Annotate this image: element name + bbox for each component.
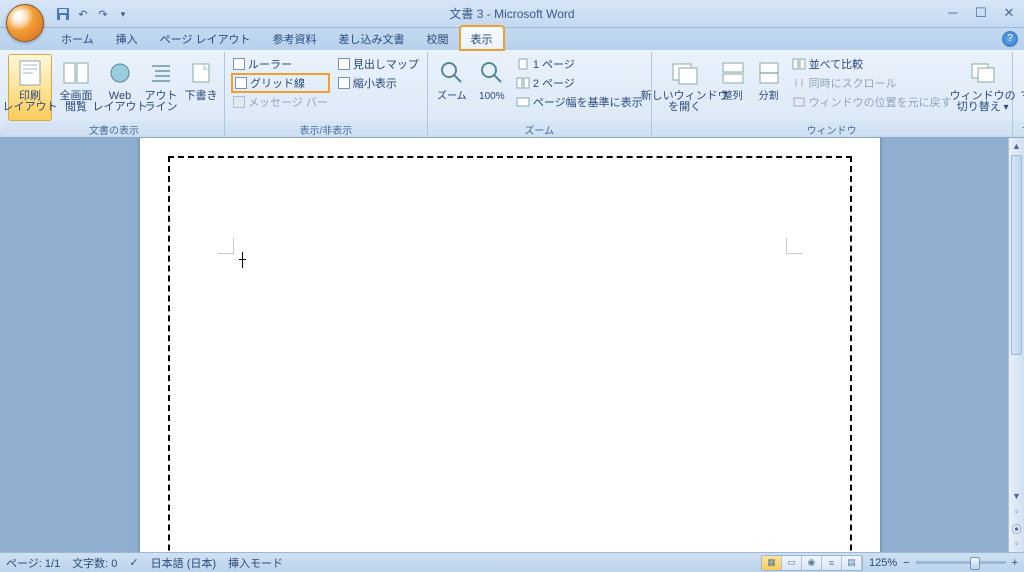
scroll-down-icon[interactable]: ▼: [1009, 488, 1024, 504]
office-button[interactable]: [6, 4, 44, 42]
status-words[interactable]: 文字数: 0: [72, 555, 117, 571]
sync-scroll-button: 同時にスクロール: [792, 75, 952, 91]
messagebar-checkbox: メッセージ バー: [233, 94, 328, 110]
crop-mark: [218, 238, 234, 254]
group-window: 新しいウィンドウ を開く 整列 分割 並べて比較 同時にスクロール ウィンドウの…: [652, 52, 1013, 136]
scroll-thumb[interactable]: [1011, 155, 1022, 355]
split-button[interactable]: 分割: [752, 54, 786, 121]
group-label-window: ウィンドウ: [652, 121, 1012, 136]
arrange-all-button[interactable]: 整列: [716, 54, 750, 121]
web-layout-icon: [104, 57, 136, 89]
gridlines-checkbox[interactable]: グリッド線: [233, 75, 328, 91]
view-shortcuts: ▦ ▭ ◉ ≡ ▤: [761, 555, 863, 571]
group-zoom: ズーム 100% 1 ページ 2 ページ ページ幅を基準に表示 ズーム: [428, 52, 652, 136]
zoom-icon: [436, 57, 468, 89]
thumbnails-checkbox[interactable]: 縮小表示: [338, 75, 419, 91]
group-views: 印刷 レイアウト 全画面 閲覧 Web レイアウト アウト ライン 下書き 文書…: [4, 52, 225, 136]
split-icon: [753, 57, 785, 89]
spellcheck-icon[interactable]: ✓: [129, 556, 138, 569]
web-layout-button[interactable]: Web レイアウト: [100, 54, 140, 121]
view-draft-icon[interactable]: ▤: [842, 556, 862, 570]
group-label-showhide: 表示/非表示: [225, 121, 427, 136]
view-web-icon[interactable]: ◉: [802, 556, 822, 570]
group-macro: マクロ ▾ マクロ: [1013, 52, 1024, 136]
status-page[interactable]: ページ: 1/1: [6, 555, 60, 571]
tab-review[interactable]: 校閲: [416, 26, 460, 50]
view-fullscreen-icon[interactable]: ▭: [782, 556, 802, 570]
tab-references[interactable]: 参考資料: [262, 26, 328, 50]
minimize-button[interactable]: ─: [944, 5, 962, 21]
view-side-by-side-button[interactable]: 並べて比較: [792, 56, 952, 72]
group-showhide: ルーラー グリッド線 メッセージ バー 見出しマップ 縮小表示 表示/非表示: [225, 52, 428, 136]
group-label-macro: マクロ: [1013, 121, 1024, 136]
fullscreen-icon: [60, 57, 92, 89]
zoom-100-icon: [476, 57, 508, 89]
ribbon: 印刷 レイアウト 全画面 閲覧 Web レイアウト アウト ライン 下書き 文書…: [0, 50, 1024, 138]
arrange-icon: [717, 57, 749, 89]
fullscreen-reading-button[interactable]: 全画面 閲覧: [54, 54, 98, 121]
documentmap-checkbox[interactable]: 見出しマップ: [338, 56, 419, 72]
page-width-button[interactable]: ページ幅を基準に表示: [516, 94, 643, 110]
reset-window-pos-button: ウィンドウの位置を元に戻す: [792, 94, 952, 110]
ruler-checkbox[interactable]: ルーラー: [233, 56, 328, 72]
macros-icon: [1021, 57, 1024, 89]
print-layout-button[interactable]: 印刷 レイアウト: [8, 54, 52, 121]
macros-button[interactable]: マクロ ▾: [1017, 54, 1024, 121]
tab-mailings[interactable]: 差し込み文書: [328, 26, 416, 50]
draft-icon: [185, 57, 217, 89]
group-label-views: 文書の表示: [4, 121, 224, 136]
zoom-in-icon[interactable]: +: [1012, 557, 1018, 569]
page-border: [168, 156, 852, 552]
switch-windows-icon: [967, 57, 999, 89]
document-area[interactable]: [0, 138, 1008, 552]
view-outline-icon[interactable]: ≡: [822, 556, 842, 570]
group-label-zoom: ズーム: [428, 121, 651, 136]
one-page-button[interactable]: 1 ページ: [516, 56, 643, 72]
tab-insert[interactable]: 挿入: [105, 26, 149, 50]
switch-windows-button[interactable]: ウィンドウの 切り替え ▾: [958, 54, 1008, 121]
browse-object-icon[interactable]: ⦿: [1009, 520, 1024, 536]
ribbon-tabs: ホーム 挿入 ページ レイアウト 参考資料 差し込み文書 校閲 表示 ?: [0, 28, 1024, 50]
status-mode[interactable]: 挿入モード: [228, 555, 283, 571]
help-icon[interactable]: ?: [1002, 31, 1018, 47]
outline-icon: [145, 57, 177, 89]
next-page-icon[interactable]: ◦: [1009, 536, 1024, 552]
text-cursor: [242, 252, 243, 268]
close-button[interactable]: ✕: [1000, 5, 1018, 21]
vertical-scrollbar[interactable]: ▲ ▼ ◦ ⦿ ◦: [1008, 138, 1024, 552]
zoom-out-icon[interactable]: −: [903, 557, 909, 569]
crop-mark: [786, 238, 802, 254]
two-pages-button[interactable]: 2 ページ: [516, 75, 643, 91]
page[interactable]: [140, 138, 880, 552]
draft-button[interactable]: 下書き: [182, 54, 220, 121]
tab-home[interactable]: ホーム: [50, 26, 105, 50]
new-window-icon: [669, 57, 701, 89]
status-language[interactable]: 日本語 (日本): [151, 555, 216, 571]
status-bar: ページ: 1/1 文字数: 0 ✓ 日本語 (日本) 挿入モード ▦ ▭ ◉ ≡…: [0, 552, 1024, 572]
zoom-level[interactable]: 125%: [869, 557, 897, 569]
zoom-button[interactable]: ズーム: [432, 54, 472, 121]
zoom-100-button[interactable]: 100%: [474, 54, 510, 121]
outline-button[interactable]: アウト ライン: [142, 54, 180, 121]
maximize-button[interactable]: ☐: [972, 5, 990, 21]
view-print-layout-icon[interactable]: ▦: [762, 556, 782, 570]
zoom-slider[interactable]: [916, 561, 1006, 564]
window-title: 文書 3 - Microsoft Word: [0, 5, 1024, 22]
scroll-up-icon[interactable]: ▲: [1009, 138, 1024, 154]
tab-page-layout[interactable]: ページ レイアウト: [149, 26, 262, 50]
new-window-button[interactable]: 新しいウィンドウ を開く: [656, 54, 714, 121]
tab-view[interactable]: 表示: [460, 26, 504, 50]
print-layout-icon: [14, 57, 46, 89]
prev-page-icon[interactable]: ◦: [1009, 504, 1024, 520]
